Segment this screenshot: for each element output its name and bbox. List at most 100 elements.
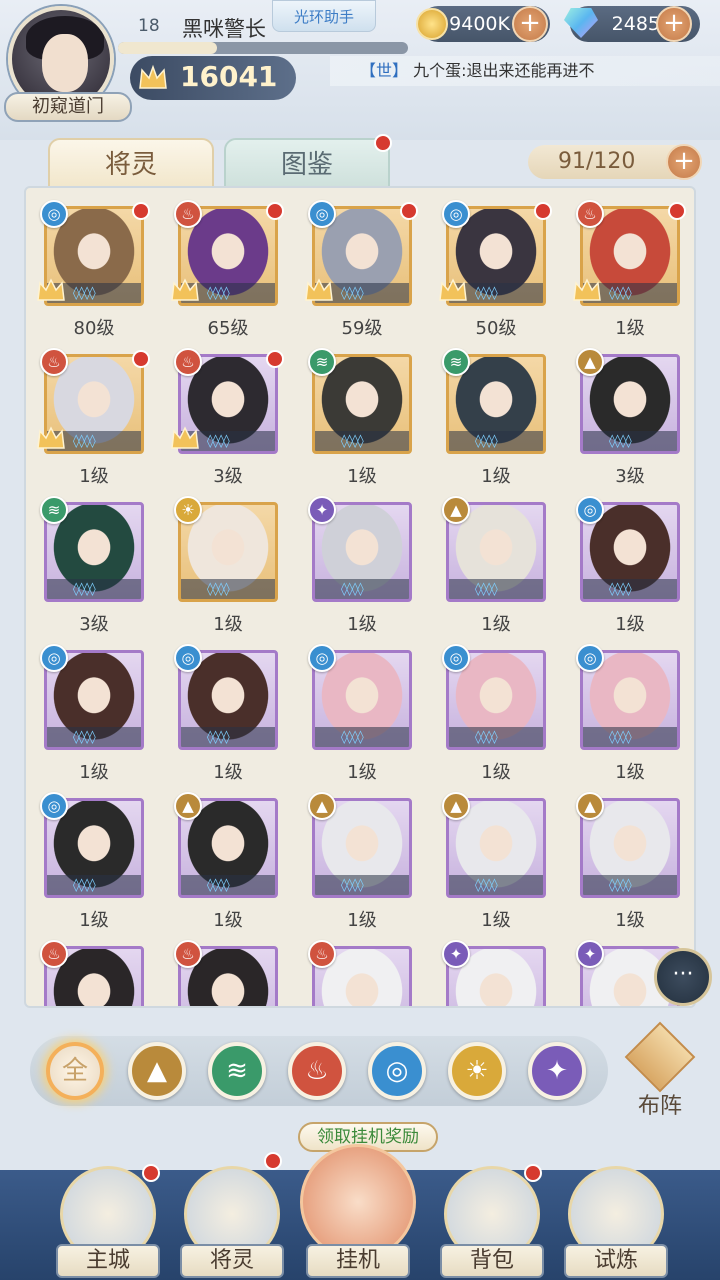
wind-element-icon: ≋ [40,496,68,524]
chat-button[interactable]: ··· [654,948,712,1006]
chat-channel-tag: 【世】 [360,61,409,80]
nav-trial[interactable]: 试炼 [560,1150,672,1280]
earth-element-icon: ▲ [308,792,336,820]
city-notification-dot [142,1164,160,1182]
expand-capacity-button[interactable]: + [666,144,702,180]
helper-button[interactable]: 光环助手 [272,0,376,32]
rank-drops-icon: ◊◊◊◊ [475,434,498,449]
spirit-level: 1级 [481,910,511,931]
fire-element-icon: ♨ [174,940,202,968]
water-element-icon: ◎ [40,200,68,228]
xp-bar [118,42,408,54]
rank-drops-icon: ◊◊◊◊ [73,878,96,893]
spirits-notification-dot [264,1152,282,1170]
sun-icon: ☀ [465,1056,489,1086]
nav-idle-label: 挂机 [306,1244,410,1278]
water-element-icon: ◎ [40,792,68,820]
spirit-level: 1级 [347,614,377,635]
rank-drops-icon: ◊◊◊◊ [609,730,632,745]
water-element-icon: ◎ [174,644,202,672]
nav-bag-label: 背包 [440,1244,544,1278]
formation-button[interactable]: 布阵 [622,1021,698,1119]
spirit-level: 59级 [341,318,383,339]
rank-drops-icon: ◊◊◊◊ [475,582,498,597]
spirit-level: 1级 [79,762,109,783]
whirlwind-icon: ≋ [226,1056,248,1086]
filter-dark-button[interactable]: ✦ [528,1042,586,1100]
rank-drops-icon: ◊◊◊◊ [207,582,230,597]
spirit-level: 50级 [475,318,517,339]
player-title-badge: 初窥道门 [4,92,132,122]
nav-city-label: 主城 [56,1244,160,1278]
earth-element-icon: ▲ [442,792,470,820]
crown-icon [171,278,199,301]
spirit-level: 80级 [73,318,115,339]
crown-icon [171,426,199,449]
spirit-level: 1级 [615,762,645,783]
player-name: 黑咪警长 [182,17,266,41]
coin-value: 9400K [449,13,510,35]
fire-element-icon: ♨ [40,348,68,376]
crown-icon [37,278,65,301]
nav-idle[interactable]: 挂机 [300,1144,416,1278]
add-gems-button[interactable]: + [656,6,692,42]
spirit-level: 1级 [347,762,377,783]
dark-element-icon: ✦ [576,940,604,968]
spirit-level: 1级 [615,614,645,635]
notification-dot [132,202,150,220]
rank-drops-icon: ◊◊◊◊ [475,286,498,301]
rank-drops-icon: ◊◊◊◊ [341,730,364,745]
earth-element-icon: ▲ [576,792,604,820]
fire-element-icon: ♨ [40,940,68,968]
filter-light-button[interactable]: ☀ [448,1042,506,1100]
rank-drops-icon: ◊◊◊◊ [207,434,230,449]
tab-codex[interactable]: 图鉴 [224,138,390,188]
rank-drops-icon: ◊◊◊◊ [341,286,364,301]
filter-fire-button[interactable]: ♨ [288,1042,346,1100]
flame-icon: ♨ [305,1056,329,1086]
spirit-level: 1级 [213,910,243,931]
crown-icon [139,64,167,89]
tab-spirits[interactable]: 将灵 [48,138,214,188]
filter-water-button[interactable]: ◎ [368,1042,426,1100]
rank-drops-icon: ◊◊◊◊ [609,286,632,301]
crown-icon [439,278,467,301]
rank-drops-icon: ◊◊◊◊ [341,434,364,449]
rank-drops-icon: ◊◊◊◊ [207,730,230,745]
idle-swords-icon [300,1144,416,1260]
rank-drops-icon: ◊◊◊◊ [475,878,498,893]
spirit-level: 3级 [615,466,645,487]
water-element-icon: ◎ [308,200,336,228]
spirit-level: 1级 [347,910,377,931]
rank-drops-icon: ◊◊◊◊ [609,434,632,449]
world-chat-ticker[interactable]: 【世】 九个蛋:退出来还能再进不 [330,56,720,86]
formation-label: 布阵 [637,1094,682,1119]
rank-drops-icon: ◊◊◊◊ [207,286,230,301]
rank-drops-icon: ◊◊◊◊ [73,286,96,301]
spirit-level: 3级 [79,614,109,635]
rank-drops-icon: ◊◊◊◊ [475,730,498,745]
spirit-level: 1级 [79,466,109,487]
add-coins-button[interactable]: + [512,6,548,42]
fire-element-icon: ♨ [576,200,604,228]
water-element-icon: ◎ [576,496,604,524]
codex-notification-dot [374,134,392,152]
spirit-level: 1级 [347,466,377,487]
nav-trial-label: 试炼 [564,1244,668,1278]
spirit-level: 1级 [481,762,511,783]
rank-drops-icon: ◊◊◊◊ [341,878,364,893]
notification-dot [132,350,150,368]
light-element-icon: ☀ [174,496,202,524]
fire-element-icon: ♨ [308,940,336,968]
filter-wind-button[interactable]: ≋ [208,1042,266,1100]
filter-earth-button[interactable]: ▲ [128,1042,186,1100]
spirit-level: 65级 [207,318,249,339]
filter-all-button[interactable]: 全 [46,1042,104,1100]
earth-element-icon: ▲ [576,348,604,376]
wind-element-icon: ≋ [442,348,470,376]
nav-spirits-label: 将灵 [180,1244,284,1278]
spirit-level: 1级 [213,614,243,635]
wave-icon: ◎ [385,1056,409,1086]
combat-power: 16041 [130,56,296,100]
notification-dot [668,202,686,220]
